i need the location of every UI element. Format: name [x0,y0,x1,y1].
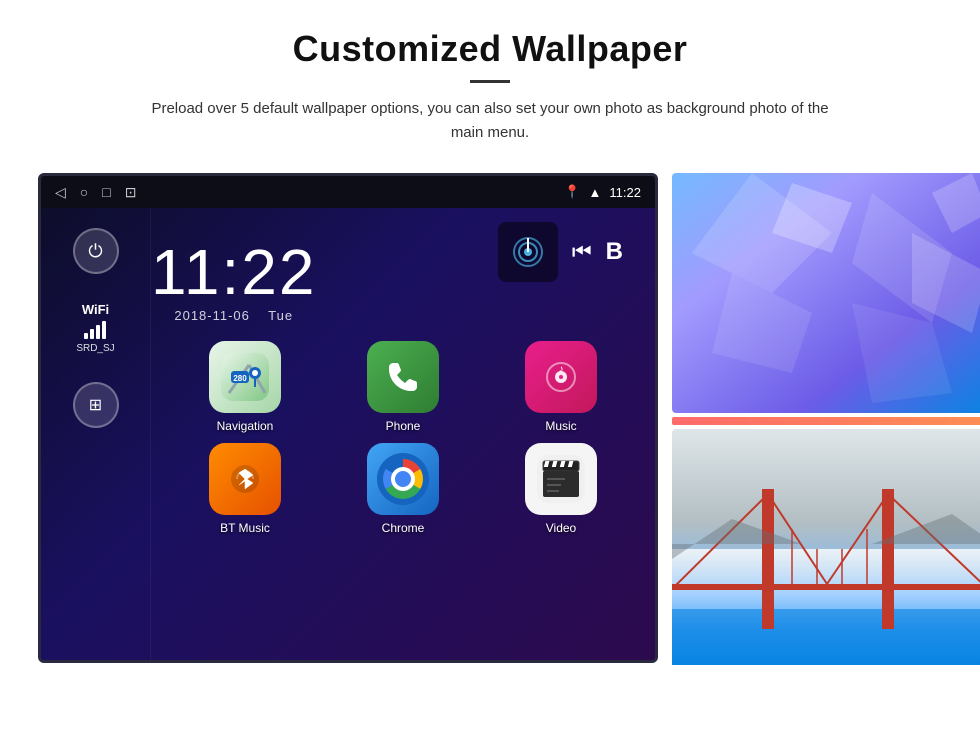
wifi-bar-2 [90,329,94,339]
power-button[interactable]: ⏻ [73,228,119,274]
chrome-icon [367,443,439,515]
wallpaper-ice-svg [672,173,980,413]
wifi-info: WiFi SRD_SJ [76,302,114,354]
chrome-label: Chrome [382,521,425,535]
home-icon[interactable]: ○ [80,184,88,200]
wallpaper-bridge-svg [672,429,980,665]
top-row-icons: ⏮ B [478,222,643,290]
wifi-bar-4 [102,321,106,339]
signal-icon: ▲ [589,185,602,200]
device-sidebar: ⏻ WiFi SRD_SJ ⊞ [41,208,151,663]
power-icon: ⏻ [88,241,102,262]
apps-button[interactable]: ⊞ [73,382,119,428]
phone-icon [367,341,439,413]
navigation-label: Navigation [217,419,274,433]
btmusic-icon-svg [227,461,263,497]
app-item-music[interactable]: ♪ Music [487,341,635,433]
app-item-btmusic[interactable]: BT Music [171,443,319,535]
page-title: Customized Wallpaper [60,28,920,70]
app-grid: 280 Navigation [151,333,655,543]
antenna-icon [510,234,546,270]
btmusic-icon [209,443,281,515]
status-bar: ◁ ○ □ ⊡ 📍 ▲ 11:22 [41,176,655,208]
content-area: ◁ ○ □ ⊡ 📍 ▲ 11:22 ⏻ [0,163,980,749]
navigation-icon-svg: 280 [221,353,269,401]
wifi-ssid: SRD_SJ [76,343,114,354]
phone-label: Phone [386,419,421,433]
clock-date: 2018-11-06 Tue [174,308,293,323]
antenna-icon-box[interactable] [498,222,558,282]
app-item-phone[interactable]: Phone [329,341,477,433]
device-main: ⏻ WiFi SRD_SJ ⊞ [41,208,655,663]
recents-icon[interactable]: □ [102,184,110,200]
wallpaper-panel-bridge[interactable] [672,429,980,669]
page-container: Customized Wallpaper Preload over 5 defa… [0,0,980,749]
screenshot-icon[interactable]: ⊡ [125,184,137,201]
clock-time: 11:22 [151,240,316,304]
bluetooth-indicator: B [606,238,623,266]
app-item-chrome[interactable]: Chrome [329,443,477,535]
navigation-icon: 280 [209,341,281,413]
subtitle: Preload over 5 default wallpaper options… [140,97,840,145]
back-icon[interactable]: ◁ [55,184,66,201]
clock-date-value: 2018-11-06 [174,308,250,323]
wifi-label: WiFi [82,302,109,317]
header-section: Customized Wallpaper Preload over 5 defa… [0,0,980,163]
wallpaper-mid-bar [672,417,980,425]
location-icon: 📍 [564,184,580,200]
status-time: 11:22 [609,185,641,200]
wifi-bar-1 [84,333,88,339]
btmusic-label: BT Music [220,521,270,535]
clock-area: 11:22 2018-11-06 Tue [151,222,316,333]
device-center: 11:22 2018-11-06 Tue [151,208,655,663]
music-label: Music [545,419,576,433]
prev-track-icon[interactable]: ⏮ [572,239,592,265]
android-device: ◁ ○ □ ⊡ 📍 ▲ 11:22 ⏻ [38,173,658,663]
wallpaper-panels [672,173,980,669]
wifi-bar-3 [96,325,100,339]
status-right: 📍 ▲ 11:22 [564,184,641,200]
video-icon-svg [537,455,585,503]
music-icon: ♪ [525,341,597,413]
media-controls: ⏮ [572,239,592,265]
svg-text:♪: ♪ [559,364,564,375]
svg-text:280: 280 [233,374,247,383]
wifi-bars [84,321,106,339]
wallpaper-panel-ice[interactable] [672,173,980,413]
app-item-video[interactable]: Video [487,443,635,535]
phone-icon-svg [385,359,421,395]
apps-icon: ⊞ [89,395,102,415]
chrome-icon-svg [377,453,429,505]
video-label: Video [546,521,576,535]
title-divider [470,80,510,83]
nav-icons: ◁ ○ □ ⊡ [55,184,136,201]
app-item-navigation[interactable]: 280 Navigation [171,341,319,433]
clock-day: Tue [268,308,293,323]
video-icon [525,443,597,515]
bluetooth-letter: B [606,238,623,265]
music-icon-svg: ♪ [543,359,579,395]
